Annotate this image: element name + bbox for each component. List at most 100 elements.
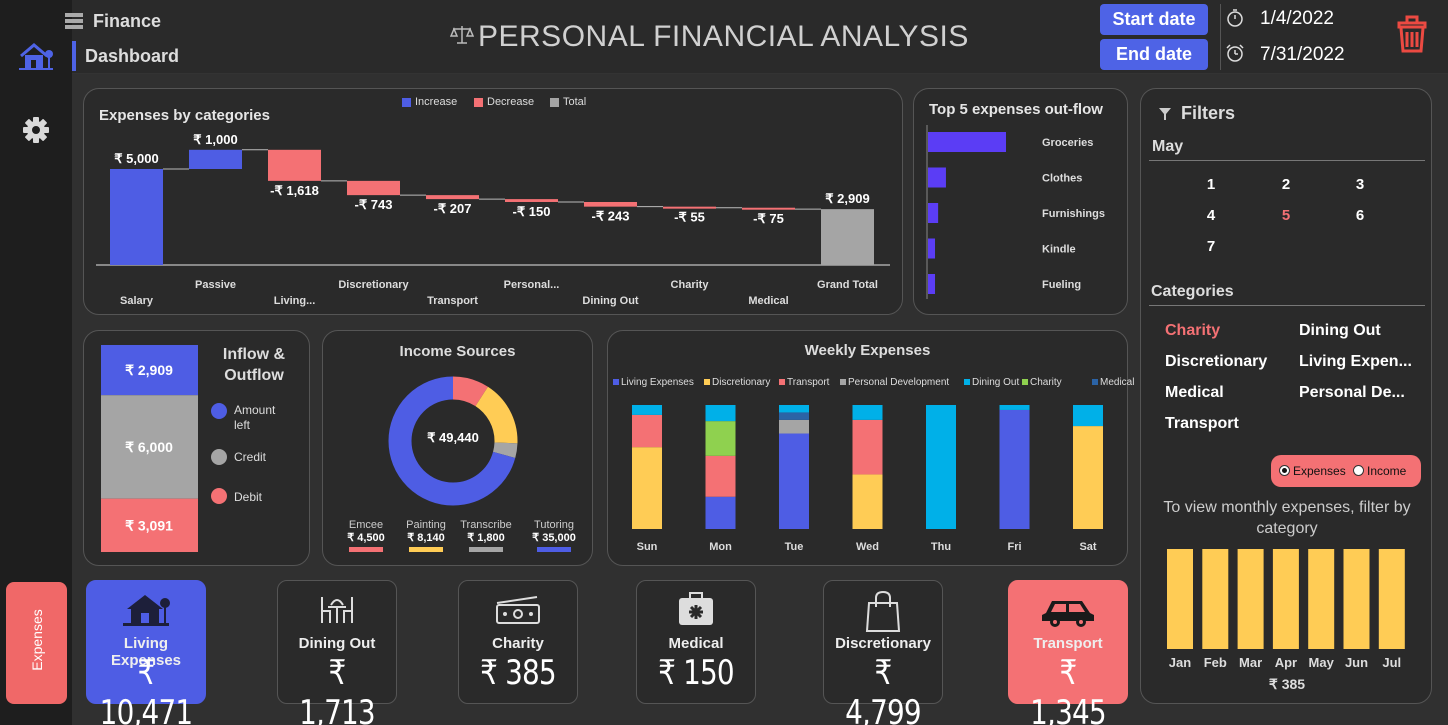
inflow-segment-label: ₹ 6,000 <box>125 439 173 455</box>
weekly-bar-segment <box>852 419 883 475</box>
tile-medical-label: Medical <box>668 635 724 652</box>
tile-living-expenses-value: ₹ 10,471 <box>99 653 193 725</box>
waterfall-bar <box>189 149 242 169</box>
legend-credit-dot <box>211 449 227 465</box>
weekly-bar-segment <box>1073 426 1103 529</box>
start-date-button[interactable]: Start date <box>1100 4 1208 35</box>
top5-category-label: Kindle <box>1042 244 1076 256</box>
category-living-expenses[interactable]: Living Expen... <box>1299 353 1412 371</box>
monthly-month-label: May <box>1309 655 1335 670</box>
waterfall-category-label: Personal... <box>504 279 560 291</box>
tile-medical-value: ₹ 150 <box>658 653 735 693</box>
waterfall-data-label: ₹ 5,000 <box>114 151 158 166</box>
income-radio[interactable] <box>1353 465 1364 476</box>
category-transport[interactable]: Transport <box>1165 415 1239 433</box>
tile-living-expenses[interactable]: Living Expenses ₹ 10,471 <box>86 580 206 725</box>
tile-transport[interactable]: Transport ₹ 1,345 <box>1008 580 1128 725</box>
weekly-bar-segment <box>852 405 883 420</box>
top5-bar <box>928 167 946 188</box>
finance-label: Finance <box>93 11 162 31</box>
income-item-value: ₹ 35,000 <box>532 532 576 544</box>
waterfall-bar <box>426 195 479 200</box>
waterfall-category-label: Medical <box>748 295 788 307</box>
trash-icon[interactable] <box>1396 14 1428 54</box>
month-label: May <box>1152 138 1184 155</box>
house-icon <box>87 589 205 629</box>
waterfall-category-label: Dining Out <box>582 295 639 307</box>
weekly-bar-segment <box>852 474 883 529</box>
expenses-radio[interactable] <box>1279 465 1290 476</box>
medkit-icon <box>637 589 755 629</box>
tile-discretionary[interactable]: Discretionary ₹ 4,799 <box>823 580 943 725</box>
weekly-bar-segment <box>632 405 662 415</box>
weekly-expenses-card: Weekly Expenses Sun Mon Tue Wed Thu Fri Sat Li… <box>607 330 1134 566</box>
waterfall-category-label: Living... <box>274 295 316 307</box>
monthly-bar <box>1237 549 1264 649</box>
weekly-day-label: Sat <box>1079 541 1096 553</box>
top5-category-label: Furnishings <box>1042 208 1105 220</box>
filter-number-3[interactable]: 3 <box>1350 176 1370 193</box>
tile-dining-out[interactable]: Dining Out ₹ 1,713 <box>277 580 397 725</box>
expenses-tab[interactable]: Expenses <box>6 582 67 704</box>
monthly-hint: To view monthly expenses, filter by cate… <box>1163 499 1411 537</box>
income-item-name: Transcribe <box>460 519 512 531</box>
filter-number-2[interactable]: 2 <box>1276 176 1296 193</box>
filter-number-7[interactable]: 7 <box>1201 238 1221 255</box>
monthly-month-label: Feb <box>1204 655 1227 670</box>
waterfall-data-label: -₹ 150 <box>513 204 551 219</box>
weekly-legend-item: Transport <box>779 377 829 388</box>
category-dining-out[interactable]: Dining Out <box>1299 322 1381 340</box>
waterfall-category-label: Passive <box>195 279 236 291</box>
category-charity[interactable]: Charity <box>1165 322 1220 340</box>
category-discretionary[interactable]: Discretionary <box>1165 353 1267 371</box>
end-date-value[interactable]: 7/31/2022 <box>1260 44 1345 66</box>
income-item: Emcee ₹ 4,500 <box>339 519 393 552</box>
inflow-segment-label: ₹ 3,091 <box>125 517 173 533</box>
weekly-legend-item: Living Expenses <box>613 377 694 388</box>
tile-discretionary-value: ₹ 4,799 <box>845 653 922 725</box>
monthly-month-label: Mar <box>1239 655 1262 670</box>
filter-number-1[interactable]: 1 <box>1201 176 1221 193</box>
tile-dining-out-label: Dining Out <box>298 635 376 652</box>
tile-charity[interactable]: Charity ₹ 385 <box>458 580 578 704</box>
home-icon[interactable] <box>18 40 54 72</box>
weekly-legend-item: Discretionary <box>704 377 770 388</box>
category-medical[interactable]: Medical <box>1165 384 1224 402</box>
filter-number-4[interactable]: 4 <box>1201 207 1221 224</box>
weekly-bar-segment <box>999 405 1030 410</box>
weekly-day-label: Mon <box>709 541 732 553</box>
expenses-radio-label[interactable]: Expenses <box>1293 464 1346 478</box>
waterfall-bar <box>584 201 637 207</box>
filters-title: Filters <box>1181 103 1236 123</box>
waterfall-data-label: -₹ 207 <box>434 201 472 216</box>
income-item: Transcribe ₹ 1,800 <box>459 519 513 552</box>
waterfall-data-label: -₹ 243 <box>592 209 630 224</box>
top5-bar <box>928 203 939 223</box>
weekly-chart: Sun Mon Tue Wed Thu Fri Sat <box>632 405 1103 553</box>
income-total: ₹ 49,440 <box>427 430 479 445</box>
gear-icon[interactable] <box>22 116 50 144</box>
income-radio-label[interactable]: Income <box>1367 464 1406 478</box>
monthly-bar <box>1167 549 1193 649</box>
type-toggle: Expenses Income <box>1271 455 1421 487</box>
weekly-day-label: Tue <box>785 541 804 553</box>
filters-panel: Filters May 1 2 3 4 5 6 7 Categories Cha… <box>1140 88 1432 704</box>
weekly-bar-segment <box>779 405 809 413</box>
inflow-segment-label: ₹ 2,909 <box>125 362 173 378</box>
tile-medical[interactable]: Medical ₹ 150 <box>636 580 756 704</box>
waterfall-data-label: -₹ 743 <box>355 197 393 212</box>
start-date-value[interactable]: 1/4/2022 <box>1260 8 1334 30</box>
waterfall-chart: ₹ 5,000 Salary ₹ 1,000 Passive -₹ 1,618 Livin… <box>96 132 890 307</box>
income-item-swatch <box>409 547 443 552</box>
legend-credit: Credit <box>234 450 267 464</box>
filter-number-5-selected[interactable]: 5 <box>1276 207 1296 224</box>
filter-number-6[interactable]: 6 <box>1350 207 1370 224</box>
dashboard-label[interactable]: Dashboard <box>85 46 179 67</box>
weekly-bar-segment <box>779 412 809 420</box>
income-sources-card: Income Sources ₹ 49,440 Emcee ₹ 4,500 Pain… <box>322 330 593 566</box>
divider <box>1149 305 1425 306</box>
end-date-button[interactable]: End date <box>1100 39 1208 70</box>
top5-chart: Groceries Clothes Furnishings Kindle Fueling <box>926 125 1105 299</box>
category-personal-dev[interactable]: Personal De... <box>1299 384 1405 402</box>
weekly-legend-item: Charity <box>1022 377 1062 388</box>
